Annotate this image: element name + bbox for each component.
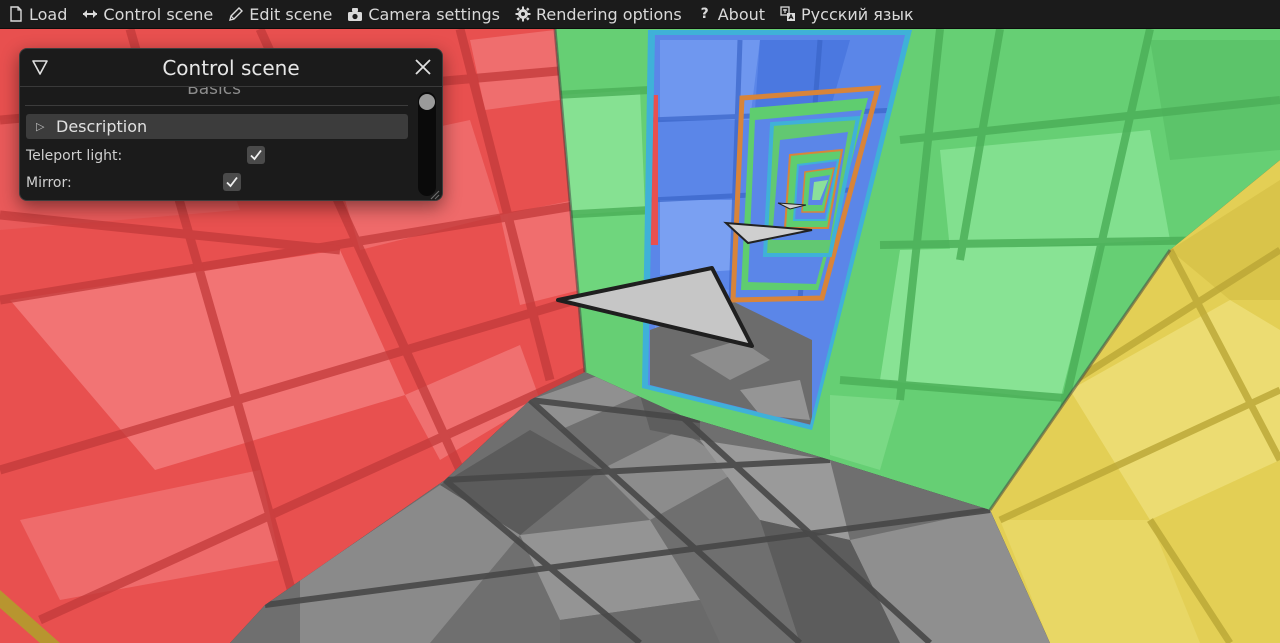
mirror-label: Mirror: bbox=[26, 175, 72, 191]
triangle-right-icon: ▷ bbox=[36, 120, 45, 133]
window-body[interactable]: Basics ▷ Description Teleport light: Mir… bbox=[20, 87, 442, 200]
question-icon: ? bbox=[700, 5, 709, 22]
checkmark-icon bbox=[226, 176, 238, 188]
menu-camera-settings-label: Camera settings bbox=[368, 4, 500, 24]
section-heading: Basics bbox=[187, 87, 241, 99]
menu-language[interactable]: Русский язык bbox=[780, 0, 914, 29]
close-icon bbox=[415, 59, 431, 75]
collapse-button[interactable] bbox=[30, 56, 50, 78]
close-button[interactable] bbox=[413, 57, 433, 77]
teleport-light-label: Teleport light: bbox=[26, 148, 123, 164]
menu-control-scene[interactable]: Control scene bbox=[82, 0, 213, 29]
window-titlebar[interactable]: Control scene bbox=[20, 49, 442, 87]
mirror-checkbox[interactable] bbox=[223, 173, 241, 191]
triangle-down-icon bbox=[32, 60, 48, 75]
menu-rendering-options[interactable]: Rendering options bbox=[515, 0, 682, 29]
teleport-light-checkbox[interactable] bbox=[247, 146, 265, 164]
pencil-icon bbox=[228, 6, 244, 22]
gear-icon bbox=[515, 6, 531, 22]
description-collapsible[interactable]: ▷ Description bbox=[26, 114, 408, 139]
scrollbar-thumb[interactable] bbox=[419, 94, 435, 110]
menu-load[interactable]: Load bbox=[8, 0, 67, 29]
menu-camera-settings[interactable]: Camera settings bbox=[347, 0, 500, 29]
menu-edit-scene[interactable]: Edit scene bbox=[228, 0, 332, 29]
menu-language-label: Русский язык bbox=[801, 4, 914, 24]
menu-load-label: Load bbox=[29, 4, 68, 24]
checkmark-icon bbox=[250, 149, 262, 161]
translate-icon bbox=[780, 6, 796, 22]
menu-rendering-options-label: Rendering options bbox=[536, 4, 682, 24]
section-divider bbox=[25, 105, 408, 106]
resize-grip-icon[interactable] bbox=[428, 188, 440, 200]
camera-icon bbox=[347, 6, 363, 22]
description-label: Description bbox=[56, 117, 148, 136]
menu-about-label: About bbox=[717, 4, 766, 24]
file-icon bbox=[8, 6, 24, 22]
menu-about[interactable]: ? About bbox=[697, 0, 765, 29]
menu-bar: Load Control scene Edit scene Camera set… bbox=[0, 0, 1280, 29]
window-title: Control scene bbox=[162, 55, 300, 80]
menu-control-scene-label: Control scene bbox=[103, 4, 214, 24]
arrows-horizontal-icon bbox=[82, 6, 98, 22]
control-scene-window: Control scene Basics ▷ Description Telep… bbox=[19, 48, 443, 201]
menu-edit-scene-label: Edit scene bbox=[249, 4, 333, 24]
scrollbar[interactable] bbox=[418, 92, 436, 196]
